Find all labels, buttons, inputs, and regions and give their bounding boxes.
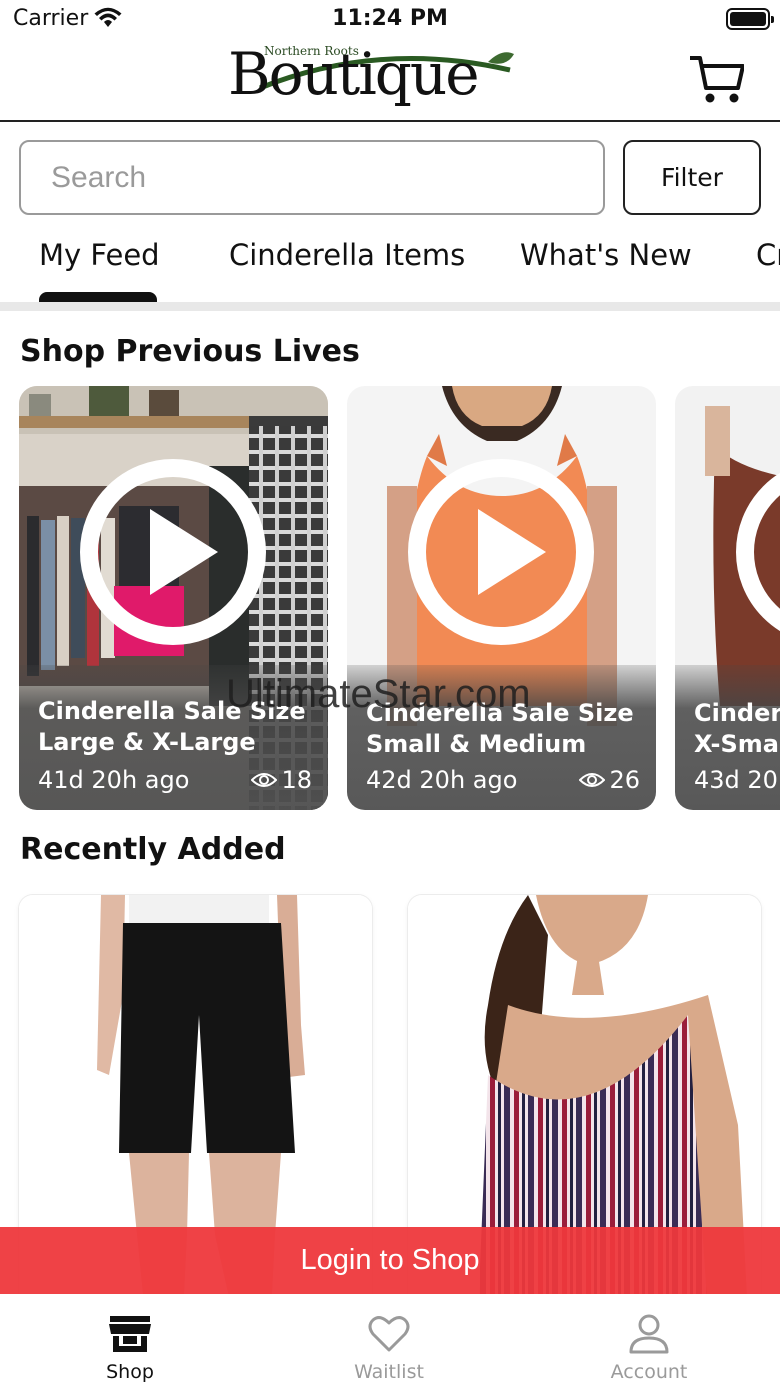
tabs-divider [0,302,780,311]
section-title-recently-added: Recently Added [20,832,286,867]
play-icon[interactable] [78,457,268,647]
live-card[interactable]: Cinderella Sale Size Small & Medium 42d … [347,386,656,810]
tab-whats-new[interactable]: What's New [520,238,692,272]
status-bar: Carrier 11:24 PM [0,0,780,40]
nav-waitlist[interactable]: Waitlist [289,1294,489,1387]
category-tabs: My Feed Cinderella Items What's New Cr [0,222,780,310]
search-input[interactable] [19,140,605,215]
boutique-logo[interactable]: Northern Roots Boutique [228,40,528,120]
live-card-title: Cindere X-Smal [694,698,780,760]
login-to-shop-button[interactable]: Login to Shop [0,1227,780,1294]
eye-icon [579,773,606,787]
cart-icon[interactable] [688,54,744,106]
live-card-title-line2: Large & X-Large [38,728,256,756]
filter-button[interactable]: Filter [623,140,761,215]
battery-icon [726,8,774,30]
clock: 11:24 PM [332,6,448,31]
live-card-title-line2: X-Smal [694,730,780,758]
heart-icon [368,1316,410,1352]
nav-label: Waitlist [354,1361,424,1383]
bottom-tab-bar: Shop Waitlist Account [0,1294,780,1387]
live-card-views: 26 [579,766,640,794]
tab-cinderella-items[interactable]: Cinderella Items [229,238,465,272]
app-header: Northern Roots Boutique [0,40,780,122]
nav-label: Account [610,1361,688,1383]
store-icon [109,1316,151,1352]
live-card-ago: 41d 20h ago [38,766,190,794]
logo-big-text: Boutique [228,40,480,108]
live-card-views: 18 [251,766,312,794]
play-icon[interactable] [406,457,596,647]
live-card-ago: 43d 20h [694,766,780,794]
live-card-views-count: 26 [609,766,640,794]
nav-account[interactable]: Account [549,1294,749,1387]
live-card-title-line1: Cindere [694,699,780,727]
live-card-ago: 42d 20h ago [366,766,518,794]
eye-icon [251,773,278,787]
play-icon[interactable] [734,457,780,647]
person-icon [629,1314,669,1354]
live-card-views-count: 18 [281,766,312,794]
section-title-previous-lives: Shop Previous Lives [20,334,360,369]
tab-overflow[interactable]: Cr [756,238,780,272]
tab-my-feed[interactable]: My Feed [39,238,160,272]
nav-shop[interactable]: Shop [30,1294,230,1387]
nav-label: Shop [106,1361,154,1383]
watermark: UltimateStar.com [226,672,531,716]
live-card-title-line2: Small & Medium [366,730,587,758]
live-card[interactable]: Cindere X-Smal 43d 20h [675,386,780,810]
live-card[interactable]: Cinderella Sale Size Large & X-Large 41d… [19,386,328,810]
